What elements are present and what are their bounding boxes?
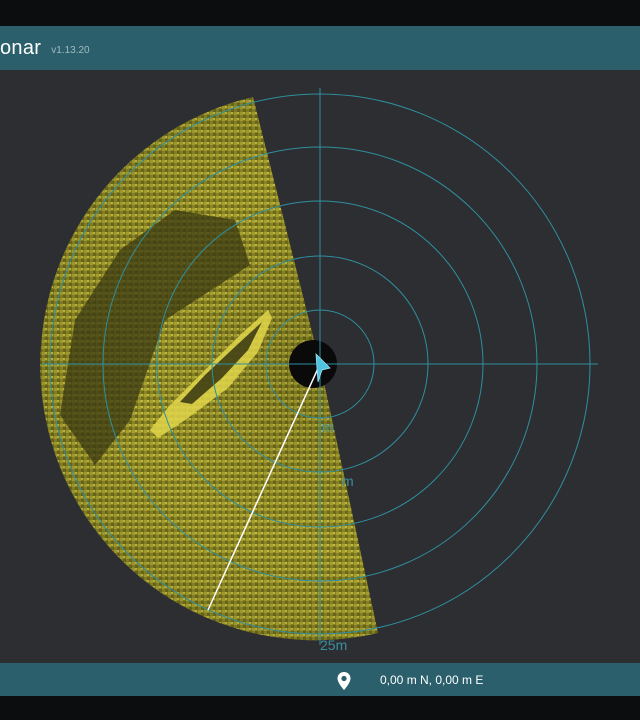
sonar-viewport[interactable]: m m 25m bbox=[0, 70, 640, 663]
range-label-3: 25m bbox=[320, 637, 347, 653]
status-bar bbox=[0, 663, 640, 696]
range-label-2: m bbox=[342, 473, 354, 489]
app-title: onar bbox=[0, 36, 42, 59]
app-version: v1.13.20 bbox=[51, 44, 90, 56]
range-label-1: m bbox=[322, 419, 334, 435]
map-pin-icon bbox=[337, 672, 351, 690]
position-coordinates: 0,00 m N, 0,00 m E bbox=[380, 673, 484, 687]
sonar-display[interactable]: m m 25m bbox=[0, 70, 640, 663]
system-nav-bar bbox=[0, 696, 640, 720]
system-status-bar bbox=[0, 0, 640, 26]
app-header: onar v1.13.20 bbox=[0, 26, 640, 70]
